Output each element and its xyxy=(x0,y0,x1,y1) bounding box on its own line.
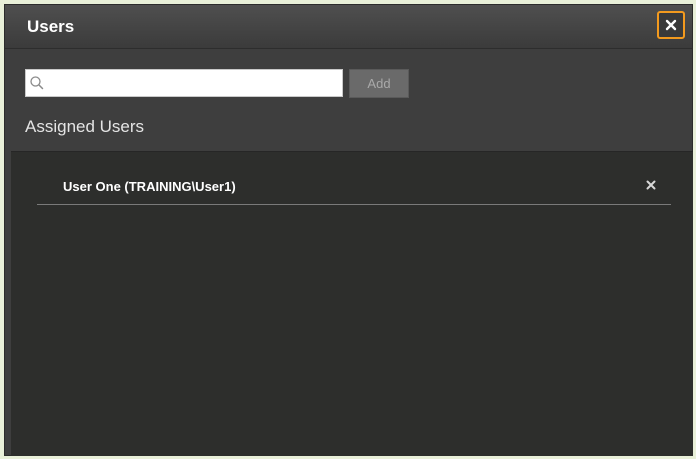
dialog-title: Users xyxy=(27,17,75,36)
users-dialog: Users Add Assigned Users User One (TRAIN… xyxy=(4,4,693,456)
remove-user-button[interactable] xyxy=(643,177,659,193)
user-name: User One (TRAINING\User1) xyxy=(63,179,236,194)
dialog-titlebar: Users xyxy=(5,5,692,49)
assigned-users-label: Assigned Users xyxy=(25,117,145,136)
search-icon xyxy=(30,76,44,90)
search-box[interactable] xyxy=(25,69,343,97)
close-icon xyxy=(646,180,656,190)
add-button[interactable]: Add xyxy=(349,69,409,98)
assigned-users-list: User One (TRAINING\User1) xyxy=(11,151,693,456)
close-dialog-button[interactable] xyxy=(657,11,685,39)
close-icon xyxy=(665,19,677,31)
search-input[interactable] xyxy=(46,70,340,96)
list-item: User One (TRAINING\User1) xyxy=(37,169,671,205)
